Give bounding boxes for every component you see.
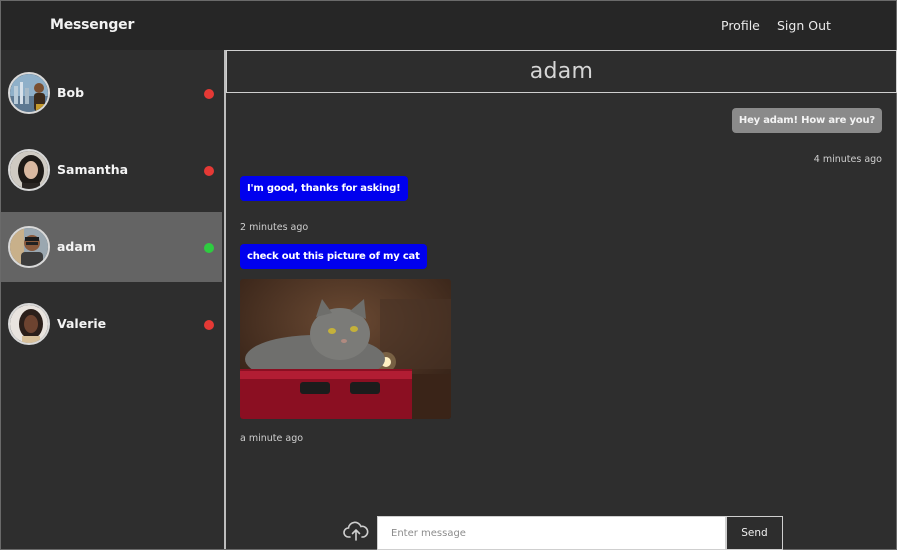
chat-panel: adam Hey adam! How are you? 4 minutes ag…	[226, 50, 897, 550]
contact-item-valerie[interactable]: Valerie	[1, 289, 222, 359]
contact-name: Samantha	[57, 162, 129, 177]
message-timestamp: a minute ago	[240, 433, 304, 444]
contact-item-samantha[interactable]: Samantha	[1, 135, 222, 205]
avatar	[8, 226, 50, 268]
message-timestamp: 4 minutes ago	[813, 154, 882, 165]
contact-name: Valerie	[57, 316, 107, 331]
offline-status-dot	[204, 320, 214, 330]
contact-name: adam	[57, 239, 96, 254]
contacts-sidebar: Bob Samantha adam Valerie	[1, 50, 226, 549]
offline-status-dot	[204, 166, 214, 176]
avatar	[8, 303, 50, 345]
cat-photo-attachment[interactable]	[240, 279, 451, 419]
chat-header: adam	[226, 50, 897, 93]
received-message-bubble: check out this picture of my cat	[240, 244, 427, 269]
contact-item-bob[interactable]: Bob	[1, 58, 222, 128]
avatar	[8, 72, 50, 114]
send-button[interactable]: Send	[726, 516, 783, 550]
cloud-upload-icon[interactable]	[343, 520, 369, 542]
message-timestamp: 2 minutes ago	[240, 222, 309, 233]
avatar	[8, 149, 50, 191]
online-status-dot	[204, 243, 214, 253]
contact-name: Bob	[57, 85, 85, 100]
sent-message-bubble: Hey adam! How are you?	[731, 108, 882, 133]
message-input[interactable]	[377, 516, 726, 550]
messenger-app: Messenger Profile Sign Out Bob Samantha …	[0, 0, 897, 550]
top-navbar: Messenger Profile Sign Out	[1, 1, 896, 50]
received-message-bubble: I'm good, thanks for asking!	[240, 176, 408, 201]
profile-link[interactable]: Profile	[721, 18, 760, 33]
offline-status-dot	[204, 89, 214, 99]
chat-title: adam	[529, 59, 594, 84]
sign-out-link[interactable]: Sign Out	[777, 18, 831, 33]
contact-item-adam[interactable]: adam	[1, 212, 222, 282]
brand-title[interactable]: Messenger	[50, 17, 134, 33]
